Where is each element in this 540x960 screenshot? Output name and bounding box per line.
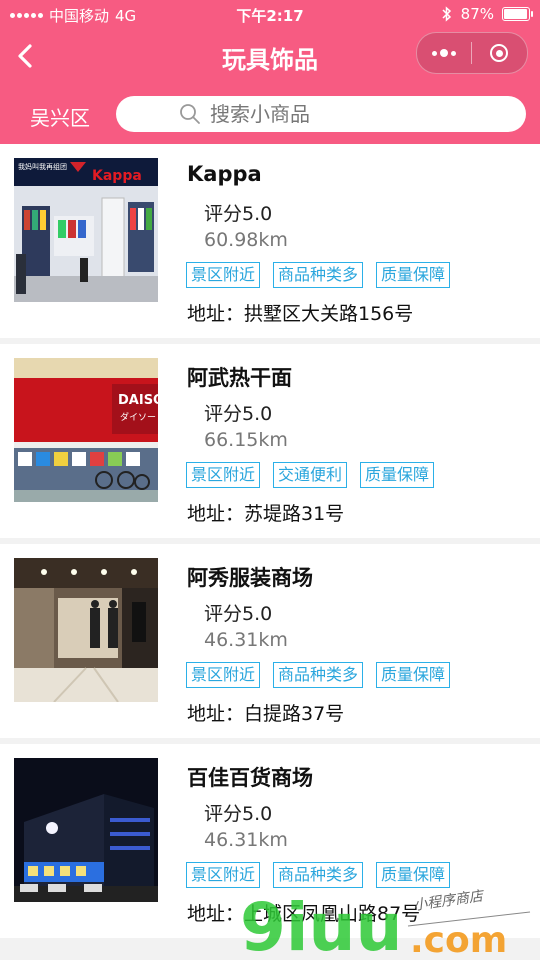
store-tag: 景区附近 [186,862,261,888]
store-card[interactable]: 我妈叫我再组团 Kappa Kappa 评分5.0 60.98km 景区附近 商… [0,144,540,338]
store-tags: 景区附近 商品种类多 质量保障 [186,662,451,688]
photo-caption: 我妈叫我再组团 [18,162,67,171]
more-dots-icon [432,49,456,57]
store-tag: 交通便利 [273,462,348,488]
store-address: 地址：白提路37号 [187,703,345,725]
nav-bar: 玩具饰品 [0,28,540,84]
store-address: 地址：上城区凤凰山路87号 [187,903,421,925]
store-address: 地址：苏堤路31号 [187,503,345,525]
store-name: 百佳百货商场 [187,766,313,790]
store-card[interactable]: 阿秀服装商场 评分5.0 46.31km 景区附近 商品种类多 质量保障 地址：… [0,544,540,738]
district-selector[interactable]: 吴兴区 [30,102,90,131]
search-box[interactable] [116,96,526,132]
store-tag: 质量保障 [376,662,451,688]
store-sign-text: DAISO [118,393,158,408]
store-card[interactable]: 百佳百货商场 评分5.0 46.31km 景区附近 商品种类多 质量保障 地址：… [0,744,540,938]
store-tag: 商品种类多 [273,662,364,688]
store-tag: 商品种类多 [273,262,364,288]
store-distance: 66.15km [204,429,288,451]
store-rating: 评分5.0 [204,403,273,425]
store-photo [14,758,158,902]
store-address: 地址：拱墅区大关路156号 [187,303,414,325]
store-tag: 景区附近 [186,462,261,488]
store-tag: 景区附近 [186,662,261,688]
store-photo: 我妈叫我再组团 Kappa [14,158,158,302]
search-input[interactable] [208,101,512,127]
store-name: 阿秀服装商场 [187,566,313,590]
store-tag: 质量保障 [376,862,451,888]
store-sign-text: Kappa [92,168,142,184]
store-name: Kappa [187,162,262,186]
store-rating: 评分5.0 [204,203,273,225]
battery-label: 87% [460,5,494,23]
store-sign-subtext: ダイソー [120,411,156,423]
store-name: 阿武热干面 [187,366,292,390]
status-right: 87% [441,5,533,23]
store-distance: 46.31km [204,629,288,651]
store-photo: DAISO ダイソー [14,358,158,502]
store-tag: 商品种类多 [273,862,364,888]
store-tag: 质量保障 [376,262,451,288]
store-tags: 景区附近 商品种类多 质量保障 [186,262,451,288]
store-card[interactable]: DAISO ダイソー 阿武热干面 评分5.0 66.15km 景区附近 交通便利… [0,344,540,538]
bluetooth-icon [442,6,451,22]
target-icon [490,44,508,62]
store-tags: 景区附近 商品种类多 质量保障 [186,862,451,888]
battery-icon [502,7,533,21]
store-tag: 景区附近 [186,262,261,288]
store-photo [14,558,158,702]
store-distance: 60.98km [204,229,288,251]
store-tag: 质量保障 [360,462,435,488]
status-bar: 中国移动 4G 下午2:17 87% [0,0,540,28]
store-distance: 46.31km [204,829,288,851]
more-button[interactable] [417,33,471,73]
store-rating: 评分5.0 [204,803,273,825]
mini-program-capsule [416,32,528,74]
search-icon [180,104,200,124]
store-list: 我妈叫我再组团 Kappa Kappa 评分5.0 60.98km 景区附近 商… [0,144,540,944]
close-mini-program-button[interactable] [472,33,526,73]
search-row: 吴兴区 [0,84,540,144]
store-tags: 景区附近 交通便利 质量保障 [186,462,435,488]
battery-fill [504,9,527,19]
store-rating: 评分5.0 [204,603,273,625]
